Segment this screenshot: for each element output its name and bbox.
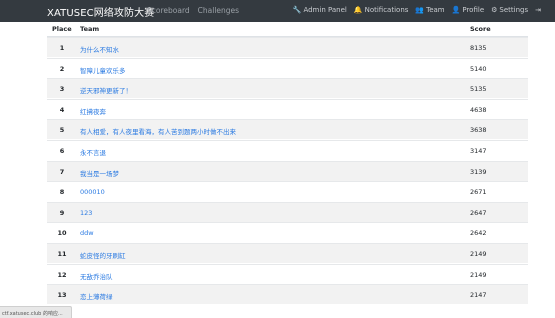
scoreboard-header-row: Place Team Score xyxy=(47,22,528,37)
row-place: 13 xyxy=(57,291,67,300)
notifications-label: Notifications xyxy=(364,6,409,14)
logout-icon: ⇥ xyxy=(535,5,541,14)
nav-challenges-link[interactable]: Challenges xyxy=(198,6,239,15)
nav-scoreboard-link[interactable]: Scoreboard xyxy=(147,6,190,15)
profile-link[interactable]: 👤 Profile xyxy=(452,6,484,14)
header-team: Team xyxy=(80,25,100,33)
header-score: Score xyxy=(470,25,491,33)
table-row: 12 无敌乔治队 2149 xyxy=(47,263,528,284)
table-row: 4 红拂夜奔 4638 xyxy=(47,98,528,119)
row-place: 4 xyxy=(59,105,65,114)
row-place: 6 xyxy=(59,147,65,155)
table-row: 13 恋上薄荷绿 2147 xyxy=(47,284,528,305)
nav-links: Scoreboard Challenges xyxy=(147,6,239,15)
row-score: 4638 xyxy=(470,105,487,114)
top-navbar: XATUSEC网络攻防大赛 Scoreboard Challenges 🔧 Ad… xyxy=(0,0,555,22)
row-score: 8135 xyxy=(470,44,487,52)
row-place: 10 xyxy=(57,229,67,238)
table-row: 5 有人相爱，有人夜里看海，有人苦到题两小时做不出来 3638 xyxy=(47,119,528,140)
row-place: 3 xyxy=(59,85,65,94)
wrench-icon: 🔧 xyxy=(292,5,302,14)
logout-link[interactable]: ⇥ xyxy=(535,5,541,14)
row-team-link[interactable]: 逆天邪神更新了！ xyxy=(80,85,132,95)
row-score: 2147 xyxy=(470,291,487,300)
table-row: 11 蛇皮怪的牙刷缸 2149 xyxy=(47,243,528,263)
table-row: 9 123 2647 xyxy=(47,201,528,222)
row-team-link[interactable]: 我当是一场梦 xyxy=(80,168,119,178)
header-place: Place xyxy=(52,25,72,33)
row-team-link[interactable]: ddw xyxy=(80,229,94,237)
row-team-link[interactable]: 智障儿童欢乐多 xyxy=(80,65,126,75)
user-circle-icon: 👤 xyxy=(451,5,461,14)
row-score: 5140 xyxy=(470,64,487,73)
row-team-link[interactable]: 有人相爱，有人夜里看海，有人苦到题两小时做不出来 xyxy=(80,126,236,136)
row-team-link[interactable]: 蛇皮怪的牙刷缸 xyxy=(80,250,126,260)
row-place: 2 xyxy=(59,64,65,73)
gears-icon: ⚙ xyxy=(491,5,498,14)
table-row: 6 永不言退 3147 xyxy=(47,140,528,160)
table-row: 10 ddw 2642 xyxy=(47,222,528,242)
row-place: 11 xyxy=(57,250,67,258)
table-row: 1 为什么不知水 8135 xyxy=(47,37,528,57)
profile-label: Profile xyxy=(462,6,485,14)
row-place: 9 xyxy=(59,208,65,217)
row-team-link[interactable]: 无敌乔治队 xyxy=(80,271,113,281)
row-place: 5 xyxy=(59,126,65,135)
row-place: 1 xyxy=(59,44,65,52)
team-link[interactable]: 👥 Team xyxy=(415,6,444,14)
row-place: 12 xyxy=(57,270,67,279)
row-score: 2671 xyxy=(470,188,487,197)
row-score: 3139 xyxy=(470,167,487,176)
table-row: 3 逆天邪神更新了！ 5135 xyxy=(47,78,528,99)
row-score: 3147 xyxy=(470,147,487,155)
row-team-link[interactable]: 永不言退 xyxy=(80,147,106,157)
table-row: 8 000010 2671 xyxy=(47,181,528,201)
site-brand[interactable]: XATUSEC网络攻防大赛 xyxy=(47,4,154,19)
row-score: 5135 xyxy=(470,85,487,94)
row-score: 2149 xyxy=(470,270,487,279)
bell-icon: 🔔 xyxy=(353,5,363,14)
settings-label: Settings xyxy=(499,6,529,14)
browser-status-bar: ctf.xatusec.club 的响应... xyxy=(0,306,72,318)
row-score: 2149 xyxy=(470,250,487,258)
row-team-link[interactable]: 恋上薄荷绿 xyxy=(80,291,113,301)
row-place: 7 xyxy=(59,167,65,176)
row-score: 2647 xyxy=(470,208,487,217)
team-label: Team xyxy=(426,6,445,14)
row-team-link[interactable]: 为什么不知水 xyxy=(80,44,119,54)
table-row: 7 我当是一场梦 3139 xyxy=(47,160,528,181)
row-team-link[interactable]: 红拂夜奔 xyxy=(80,106,106,116)
admin-panel-link[interactable]: 🔧 Admin Panel xyxy=(293,6,347,14)
admin-panel-label: Admin Panel xyxy=(303,6,347,14)
table-row: 2 智障儿童欢乐多 5140 xyxy=(47,57,528,78)
notifications-link[interactable]: 🔔 Notifications xyxy=(354,6,409,14)
settings-link[interactable]: ⚙ Settings xyxy=(491,6,528,14)
row-team-link[interactable]: 123 xyxy=(80,209,92,217)
row-team-link[interactable]: 000010 xyxy=(80,188,105,196)
users-icon: 👥 xyxy=(415,5,425,14)
row-score: 3638 xyxy=(470,126,487,135)
nav-right-menu: 🔧 Admin Panel 🔔 Notifications 👥 Team 👤 P… xyxy=(293,6,541,14)
row-place: 8 xyxy=(59,188,65,197)
row-score: 2642 xyxy=(470,229,487,238)
